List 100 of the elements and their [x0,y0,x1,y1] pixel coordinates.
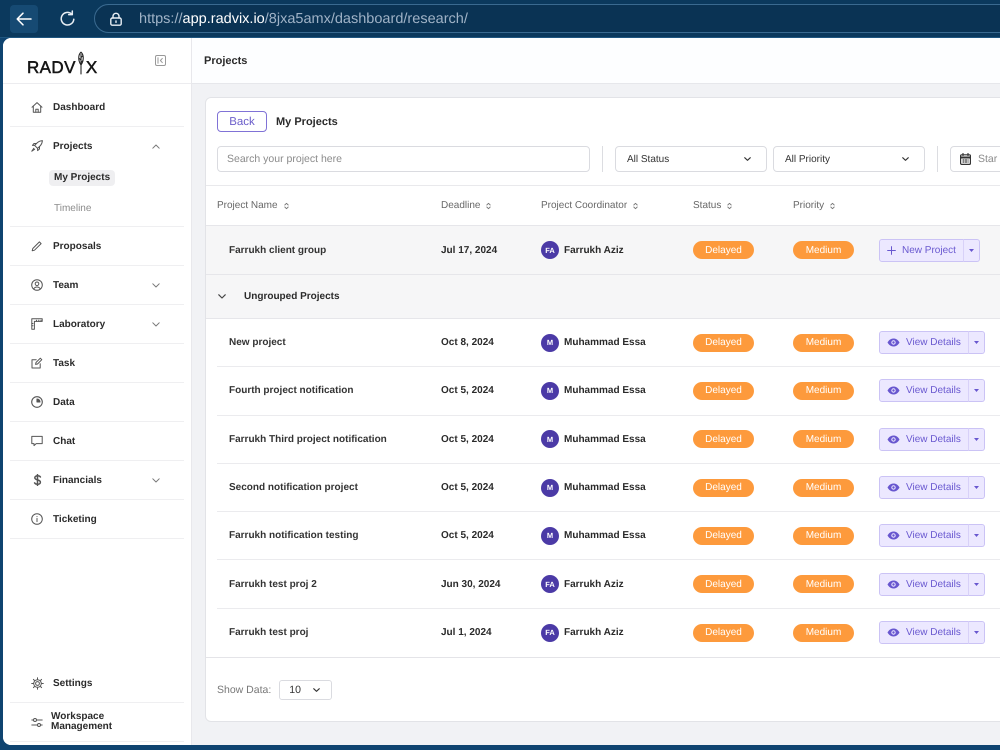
status-badge: Delayed [693,334,754,352]
chevron-down-icon[interactable] [152,282,160,288]
column-header[interactable]: Deadline [441,200,492,211]
sidebar-item[interactable]: Team [10,266,184,304]
chevron-down-icon [744,157,751,161]
status-badge: Delayed [693,430,754,448]
caret-down-icon [974,582,979,586]
filter-dropdown[interactable]: All Priority [773,146,925,172]
column-header[interactable]: Project Coordinator [541,200,638,211]
deadline-text: Jun 30, 2024 [441,578,500,590]
plus-icon [887,246,896,254]
deadline-text: Oct 5, 2024 [441,530,494,542]
caret-down-icon [974,486,979,490]
sidebar-item[interactable]: Settings [10,664,184,702]
column-header[interactable]: Priority [793,200,836,211]
status-badge: Delayed [693,624,754,642]
sidebar-subitem[interactable]: My Projects [49,170,116,186]
caret-down-icon [968,248,974,252]
settings-icon [31,676,44,690]
deadline-text: Jul 1, 2024 [441,627,492,638]
edit-icon [31,357,43,369]
project-name: Farrukh test proj [228,627,310,638]
home-icon [31,101,43,113]
dropdown-button[interactable] [968,621,985,644]
priority-badge: Medium [793,478,854,497]
dropdown-button[interactable] [968,331,985,354]
search-field[interactable]: Search your project here [217,146,590,172]
priority-badge: Medium [793,241,854,259]
coordinator-name: Farrukh Aziz [564,578,624,590]
priority-badge: Medium [793,334,854,352]
sort-icon [486,202,492,210]
priority-badge: Medium [793,430,854,448]
view-details-button[interactable]: View Details [879,476,969,500]
coordinator-name: Farrukh Aziz [564,244,624,256]
sidebar-item[interactable]: Chat [10,422,184,460]
dropdown-button[interactable] [968,476,985,500]
lock-icon [110,12,122,26]
new-project-button[interactable]: New Project [879,238,964,262]
priority-badge: Medium [793,382,854,400]
pie-chart-icon [31,396,43,408]
sort-icon [727,202,732,210]
status-badge: Delayed [693,478,754,497]
page-size-dropdown[interactable]: 10 [279,680,332,700]
back-button[interactable]: Back [217,111,267,132]
status-badge: Delayed [693,526,754,545]
view-details-button[interactable]: View Details [879,379,969,402]
chevron-down-icon[interactable] [152,478,160,482]
caret-down-icon [974,389,979,392]
sidebar-item[interactable]: Proposals [10,227,184,265]
status-badge: Delayed [693,382,754,400]
logo-text: X [86,60,98,74]
chevron-up-icon[interactable] [152,144,160,148]
chevron-down-icon[interactable] [218,294,226,299]
sidebar-item[interactable]: Workspace Management [10,703,184,741]
coordinator-name: Muhammad Essa [564,434,646,445]
view-details-button[interactable]: View Details [879,621,969,644]
chevron-down-icon [902,157,909,161]
dropdown-button[interactable] [968,428,985,451]
column-header[interactable]: Project Name [217,200,289,211]
deadline-text: Oct 5, 2024 [441,482,494,494]
column-header[interactable]: Status [693,200,732,211]
section-title: Ungrouped Projects [244,291,340,302]
date-field[interactable]: Star [950,146,1000,172]
chevron-down-icon[interactable] [152,322,160,326]
view-details-button[interactable]: View Details [879,524,969,548]
dropdown-button[interactable] [968,524,985,548]
show-data-label: Show Data: [217,684,272,696]
chat-icon [31,435,43,447]
sidebar-item[interactable]: Projects [10,127,184,165]
user-circle-icon [31,279,43,291]
dropdown-button[interactable] [968,379,985,402]
reload-icon[interactable] [59,10,76,27]
view-details-button[interactable]: View Details [879,331,969,354]
dollar-icon [32,474,42,486]
address-bar[interactable]: https://app.radvix.io/8jxa5amx/dashboard/research/ [94,4,1000,33]
feather-icon [76,50,85,74]
dropdown-button[interactable] [962,238,980,262]
sidebar-item[interactable]: Financials [10,461,184,499]
view-details-button[interactable]: View Details [879,572,969,596]
eye-icon [887,483,900,492]
eye-icon [887,580,900,589]
dropdown-button[interactable] [968,572,985,596]
priority-badge: Medium [793,575,854,594]
pencil-icon [31,240,43,252]
view-details-button[interactable]: View Details [879,428,969,451]
sidebar-item[interactable]: Laboratory [10,305,184,343]
chevron-down-icon [313,688,320,692]
back-button[interactable] [10,4,38,32]
sidebar-item[interactable]: Data [10,383,184,421]
sidebar-item[interactable]: Ticketing [10,500,184,538]
sidebar-item[interactable]: Task [10,344,184,382]
filter-dropdown[interactable]: All Status [615,146,767,172]
project-name: Farrukh notification testing [228,530,360,542]
sidebar-item[interactable]: Dashboard [10,88,184,126]
deadline-text: Oct 5, 2024 [441,434,494,445]
sort-icon [284,202,289,210]
collapse-icon[interactable] [155,55,166,66]
group-name: Farrukh client group [228,244,328,256]
eye-icon [887,628,900,638]
status-badge: Delayed [693,575,754,594]
